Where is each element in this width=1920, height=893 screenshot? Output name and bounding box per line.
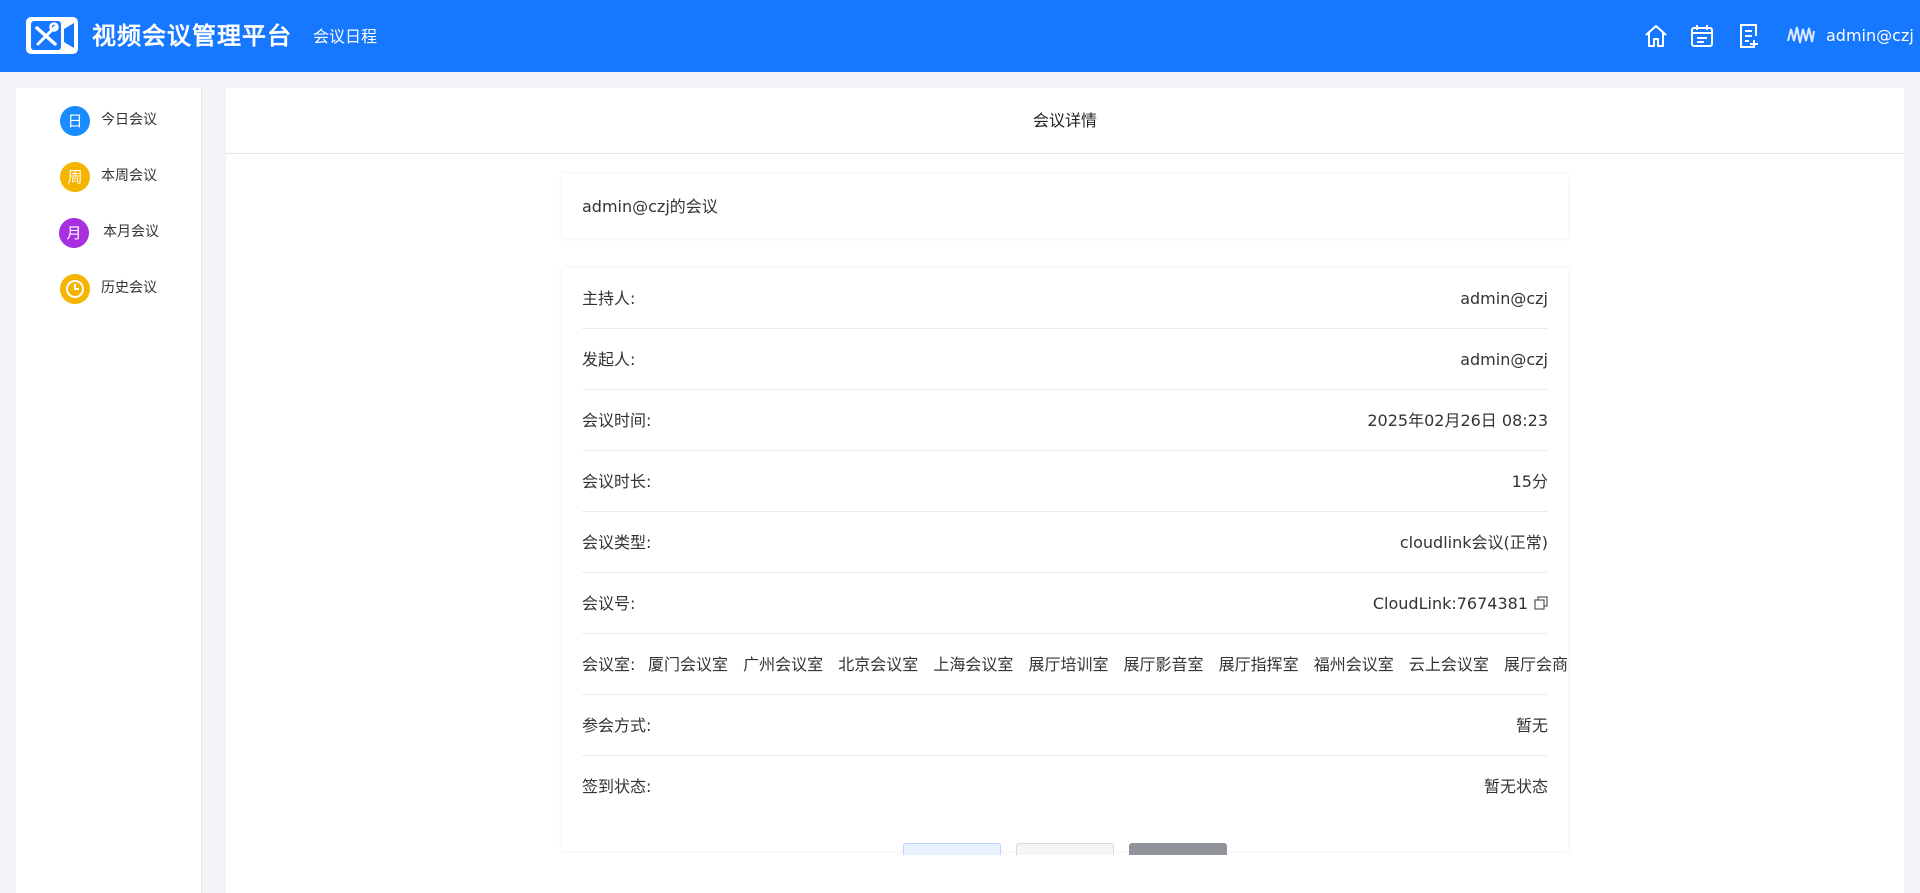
meeting-title-card: admin@czj的会议 bbox=[562, 174, 1568, 238]
primary-action-button[interactable] bbox=[903, 843, 1001, 855]
detail-label: 主持人: bbox=[582, 289, 636, 308]
sidebar-item-history[interactable]: 历史会议 bbox=[16, 268, 202, 308]
detail-label: 会议室: bbox=[582, 655, 636, 674]
meeting-number-value: CloudLink:7674381 bbox=[1373, 593, 1548, 615]
meeting-title: admin@czj的会议 bbox=[582, 197, 718, 216]
detail-row-duration: 会议时长: 15分 bbox=[582, 451, 1548, 512]
main-panel: 会议详情 admin@czj的会议 主持人: admin@czj 发起人: ad… bbox=[226, 88, 1904, 893]
today-badge: 日 bbox=[60, 106, 90, 136]
detail-label: 参会方式: bbox=[582, 716, 652, 735]
room-item: 展厅影音室 bbox=[1123, 655, 1204, 674]
tertiary-action-button[interactable] bbox=[1129, 843, 1227, 855]
detail-label: 签到状态: bbox=[582, 777, 652, 796]
detail-value: 2025年02月26日 08:23 bbox=[1367, 411, 1548, 430]
detail-label: 会议号: bbox=[582, 594, 636, 613]
meeting-details-card: 主持人: admin@czj 发起人: admin@czj 会议时间: 2025… bbox=[562, 268, 1568, 851]
month-badge: 月 bbox=[59, 218, 89, 248]
detail-row-host: 主持人: admin@czj bbox=[582, 268, 1548, 329]
sidebar-item-label: 历史会议 bbox=[101, 280, 157, 296]
avatar[interactable] bbox=[1786, 23, 1816, 47]
detail-value: admin@czj bbox=[1460, 289, 1548, 308]
week-badge: 周 bbox=[60, 162, 90, 192]
calendar-icon[interactable] bbox=[1688, 22, 1716, 50]
app-logo bbox=[26, 17, 78, 54]
sidebar-item-label: 本月会议 bbox=[103, 224, 159, 240]
room-item: 福州会议室 bbox=[1313, 655, 1394, 674]
detail-row-initiator: 发起人: admin@czj bbox=[582, 329, 1548, 390]
video-tools-icon bbox=[31, 21, 74, 50]
room-list: 厦门会议室 广州会议室 北京会议室 上海会议室 展厅培训室 展厅影音室 展厅指挥… bbox=[648, 654, 1568, 676]
detail-value: 暂无状态 bbox=[1483, 777, 1548, 796]
page-header: 会议详情 bbox=[226, 88, 1904, 154]
sidebar-item-week[interactable]: 周 本周会议 bbox=[16, 156, 202, 196]
detail-label: 会议时长: bbox=[582, 472, 652, 491]
room-item: 云上会议室 bbox=[1408, 655, 1489, 674]
room-item: 展厅培训室 bbox=[1028, 655, 1109, 674]
detail-value: 暂无 bbox=[1515, 716, 1548, 735]
detail-row-time: 会议时间: 2025年02月26日 08:23 bbox=[582, 390, 1548, 451]
detail-row-rooms: 会议室: 厦门会议室 广州会议室 北京会议室 上海会议室 展厅培训室 展厅影音室… bbox=[582, 634, 1568, 695]
room-item: 北京会议室 bbox=[838, 655, 919, 674]
detail-row-meeting-number: 会议号: CloudLink:7674381 bbox=[582, 573, 1548, 634]
detail-value: 15分 bbox=[1511, 472, 1548, 491]
room-item: 上海会议室 bbox=[933, 655, 1014, 674]
room-item: 广州会议室 bbox=[743, 655, 824, 674]
detail-row-checkin-status: 签到状态: 暂无状态 bbox=[582, 756, 1548, 817]
room-item: 展厅指挥室 bbox=[1218, 655, 1299, 674]
detail-label: 会议时间: bbox=[582, 411, 652, 430]
room-item: 展厅会商室 bbox=[1503, 655, 1568, 674]
page-title: 会议详情 bbox=[1032, 111, 1097, 130]
detail-value: CloudLink:7674381 bbox=[1372, 594, 1528, 613]
secondary-action-button[interactable] bbox=[1016, 843, 1114, 855]
app-title: 视频会议管理平台 bbox=[92, 22, 292, 50]
detail-label: 会议类型: bbox=[582, 533, 652, 552]
sidebar: 日 今日会议 周 本周会议 月 本月会议 历史会议 bbox=[16, 88, 202, 893]
detail-value: cloudlink会议(正常) bbox=[1399, 533, 1548, 552]
clock-icon bbox=[60, 274, 90, 304]
note-add-icon[interactable] bbox=[1735, 22, 1763, 50]
detail-row-type: 会议类型: cloudlink会议(正常) bbox=[582, 512, 1548, 573]
detail-label: 发起人: bbox=[582, 350, 636, 369]
nav-meeting-schedule[interactable]: 会议日程 bbox=[313, 26, 377, 48]
avatar-image-icon bbox=[1787, 26, 1815, 44]
username[interactable]: admin@czj bbox=[1826, 25, 1914, 47]
sidebar-item-today[interactable]: 日 今日会议 bbox=[16, 100, 202, 140]
top-header: 视频会议管理平台 会议日程 admin@czj bbox=[0, 0, 1920, 72]
detail-row-attend-mode: 参会方式: 暂无 bbox=[582, 695, 1548, 756]
copy-icon[interactable] bbox=[1534, 594, 1548, 610]
home-icon[interactable] bbox=[1642, 22, 1670, 50]
sidebar-item-label: 今日会议 bbox=[101, 112, 157, 128]
sidebar-item-month[interactable]: 月 本月会议 bbox=[16, 212, 202, 252]
detail-value: admin@czj bbox=[1460, 350, 1548, 369]
room-item: 厦门会议室 bbox=[648, 655, 729, 674]
sidebar-item-label: 本周会议 bbox=[101, 168, 157, 184]
